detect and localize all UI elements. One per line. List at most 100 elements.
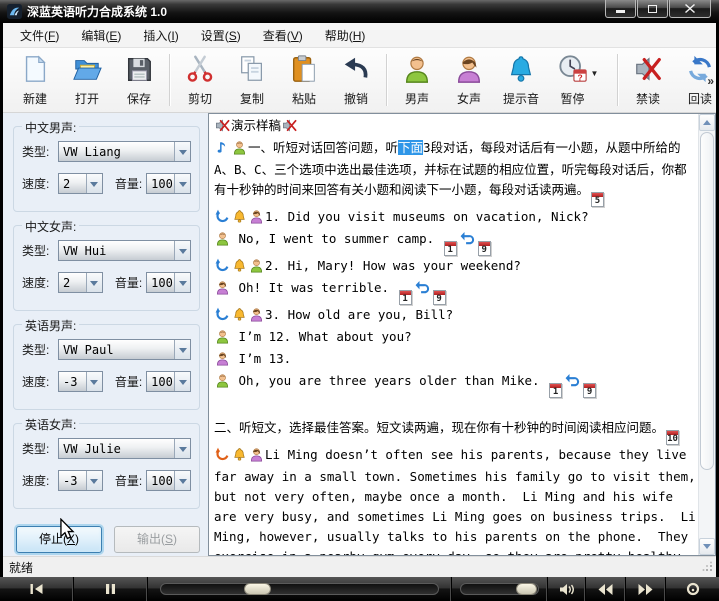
chevron-down-icon[interactable]: [174, 174, 190, 193]
toolbar-no-read[interactable]: 禁读: [622, 54, 674, 107]
chevron-down-icon[interactable]: [174, 241, 190, 260]
volume-select[interactable]: 100: [146, 173, 191, 194]
pause-playback-button[interactable]: [74, 577, 148, 601]
voice-type-select[interactable]: VW Liang: [58, 141, 191, 162]
chevron-down-icon[interactable]: [86, 273, 102, 292]
chevron-down-icon[interactable]: [86, 471, 102, 490]
close-button[interactable]: [669, 0, 711, 18]
number-chip-icon: 9: [478, 241, 491, 256]
toolbar-copy[interactable]: 复制: [226, 54, 278, 107]
pause-dropdown-arrow-icon[interactable]: ▼: [591, 69, 603, 78]
woman-icon: [249, 447, 264, 467]
previous-button[interactable]: [0, 577, 74, 601]
toolbar-label: 女声: [457, 90, 481, 107]
menu-view[interactable]: 查看(V): [252, 23, 314, 48]
document-line: 演示样稿: [214, 116, 697, 138]
status-text: 就绪: [9, 559, 33, 576]
scroll-up-button[interactable]: [699, 114, 715, 131]
scrollbar-track[interactable]: [699, 131, 715, 538]
toolbar-paste[interactable]: 粘贴: [278, 54, 330, 107]
speed-label: 速度:: [22, 175, 58, 192]
toolbar-female-voice[interactable]: 女声: [443, 54, 495, 107]
group-english-male: 英语男声: 类型: VW Paul 速度: -3 音量:: [13, 324, 200, 410]
toolbar-open[interactable]: 打开: [61, 54, 113, 107]
speed-value: -3: [59, 372, 86, 391]
speed-select[interactable]: -3: [58, 371, 103, 392]
voice-type-select[interactable]: VW Paul: [58, 339, 191, 360]
chevron-down-icon[interactable]: [86, 372, 102, 391]
document-text: No, I went to summer camp.: [231, 231, 442, 246]
mute-button[interactable]: [548, 577, 586, 601]
volume-select[interactable]: 100: [146, 371, 191, 392]
speed-select[interactable]: 2: [58, 272, 103, 293]
volume-select[interactable]: 100: [146, 272, 191, 293]
woman-icon: [249, 307, 264, 327]
document-editor[interactable]: 演示样稿一、听短对话回答问题，听下面3段对话，每段对话后有一小题，从题中所给的A…: [208, 113, 716, 556]
chevron-down-icon[interactable]: [174, 372, 190, 391]
rewind-button[interactable]: [586, 577, 626, 601]
number-chip-icon: 1: [549, 383, 562, 398]
menu-help[interactable]: 帮助(H): [314, 23, 377, 48]
output-button[interactable]: 输出(S): [114, 526, 200, 553]
voice-type-value: VW Paul: [59, 340, 174, 359]
resize-grip[interactable]: [702, 561, 713, 575]
volume-track[interactable]: [460, 583, 539, 595]
fast-forward-button[interactable]: [626, 577, 666, 601]
voice-type-select[interactable]: VW Julie: [58, 438, 191, 459]
player-mode-button[interactable]: [666, 577, 719, 601]
chevron-down-icon[interactable]: [174, 340, 190, 359]
toolbar-male-voice[interactable]: 男声: [391, 54, 443, 107]
repeat-blue-icon: [215, 307, 230, 327]
toolbar-save[interactable]: 保存: [113, 54, 165, 107]
toolbar-label: 禁读: [636, 90, 660, 107]
vertical-scrollbar[interactable]: [698, 114, 715, 555]
volume-thumb[interactable]: [516, 583, 537, 595]
document-line: 二、听短文，选择最佳答案。短文读两遍，现在你有十秒钟的时间阅读相应问题。10: [214, 418, 697, 445]
group-english-female: 英语女声: 类型: VW Julie 速度: -3 音量:: [13, 423, 200, 509]
document-content[interactable]: 演示样稿一、听短对话回答问题，听下面3段对话，每段对话后有一小题，从题中所给的A…: [209, 114, 698, 555]
chevron-down-icon[interactable]: [174, 142, 190, 161]
maximize-button[interactable]: [637, 0, 668, 18]
minimize-button[interactable]: [605, 0, 636, 18]
volume-select[interactable]: 100: [146, 470, 191, 491]
noread-icon: [215, 118, 230, 138]
scroll-down-button[interactable]: [699, 538, 715, 555]
menu-insert[interactable]: 插入(I): [132, 23, 189, 48]
document-text: I’m 12. What about you?: [231, 329, 412, 344]
toolbar-cut[interactable]: 剪切: [174, 54, 226, 107]
alert-bell-icon: [506, 54, 536, 87]
voice-type-select[interactable]: VW Hui: [58, 240, 191, 261]
toolbar-overflow-button[interactable]: »: [707, 74, 714, 88]
scrollbar-thumb[interactable]: [700, 132, 714, 470]
toolbar-new[interactable]: 新建: [9, 54, 61, 107]
menu-settings[interactable]: 设置(S): [190, 23, 252, 48]
group-title: 英语女声:: [22, 416, 79, 433]
chevron-down-icon[interactable]: [86, 174, 102, 193]
seek-track[interactable]: [160, 583, 439, 595]
toolbar-pause[interactable]: ? 暂停 ▼: [547, 54, 613, 107]
toolbar-label: 提示音: [503, 90, 539, 107]
chevron-down-icon[interactable]: [174, 273, 190, 292]
speed-select[interactable]: -3: [58, 470, 103, 491]
speed-label: 速度:: [22, 274, 58, 291]
toolbar-label: 回读: [688, 90, 712, 107]
document-text: Li Ming doesn’t often see his parents, b…: [214, 447, 698, 555]
volume-slider[interactable]: [452, 577, 548, 601]
menu-file[interactable]: 文件(F): [9, 23, 70, 48]
toolbar-undo[interactable]: 撤销: [330, 54, 382, 107]
no-read-icon: [633, 54, 663, 87]
toolbar-separator: [169, 54, 170, 106]
undo-icon: [341, 54, 371, 87]
back-icon: [415, 280, 430, 300]
number-chip-icon: 10: [666, 430, 679, 445]
chevron-down-icon[interactable]: [174, 471, 190, 490]
chevron-down-icon[interactable]: [174, 439, 190, 458]
menu-edit[interactable]: 编辑(E): [70, 23, 132, 48]
speed-select[interactable]: 2: [58, 173, 103, 194]
toolbar-separator: [386, 54, 387, 106]
toolbar-alert-tone[interactable]: 提示音: [495, 54, 547, 107]
woman-icon: [215, 280, 230, 300]
document-line: 1. Did you visit museums on vacation, Ni…: [214, 207, 697, 229]
seek-thumb[interactable]: [244, 583, 271, 595]
seek-slider[interactable]: [148, 577, 452, 601]
